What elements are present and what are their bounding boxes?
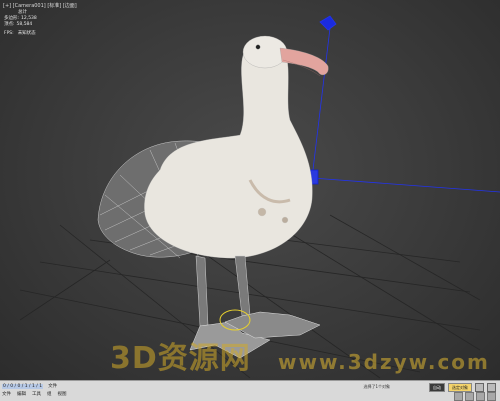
menu-item-edit[interactable]: 编辑 — [17, 391, 26, 397]
command-row: 文件 编辑 工具 组 视图 — [2, 391, 67, 397]
scene-render — [19, 15, 500, 379]
menu-item-view[interactable]: 视图 — [58, 391, 67, 397]
menu-row: 0 / 0 / 0 / 1 / 1 / 1 文件 — [2, 382, 58, 390]
selection-count-label: 选择了1个对象 — [363, 384, 390, 389]
menu-item-file[interactable]: 文件 — [47, 383, 58, 389]
key-filter-icon[interactable] — [475, 383, 484, 392]
key-tools: 自动 选定对象 — [429, 383, 496, 392]
menu-item-file-2[interactable]: 文件 — [2, 391, 11, 397]
status-bar: 0 / 0 / 0 / 1 / 1 / 1 文件 文件 编辑 工具 组 视图 选… — [0, 380, 500, 401]
watermark-text: 3D资源网 — [110, 341, 251, 376]
selection-status: 0 / 0 / 0 / 1 / 1 / 1 — [2, 383, 44, 389]
selected-dropdown[interactable]: 选定对象 — [448, 383, 472, 392]
menu-item-group[interactable]: 组 — [47, 391, 52, 397]
menu-item-tools[interactable]: 工具 — [32, 391, 41, 397]
camera-gizmo — [299, 15, 500, 193]
viewport-camera[interactable]: [+] [Camera001] [标准] [边面] 总计 多边形: 12,538… — [0, 0, 500, 380]
auto-key-button[interactable]: 自动 — [429, 383, 445, 392]
watermark-url: www.3dzyw.com — [278, 350, 490, 374]
set-key-icon[interactable] — [487, 383, 496, 392]
